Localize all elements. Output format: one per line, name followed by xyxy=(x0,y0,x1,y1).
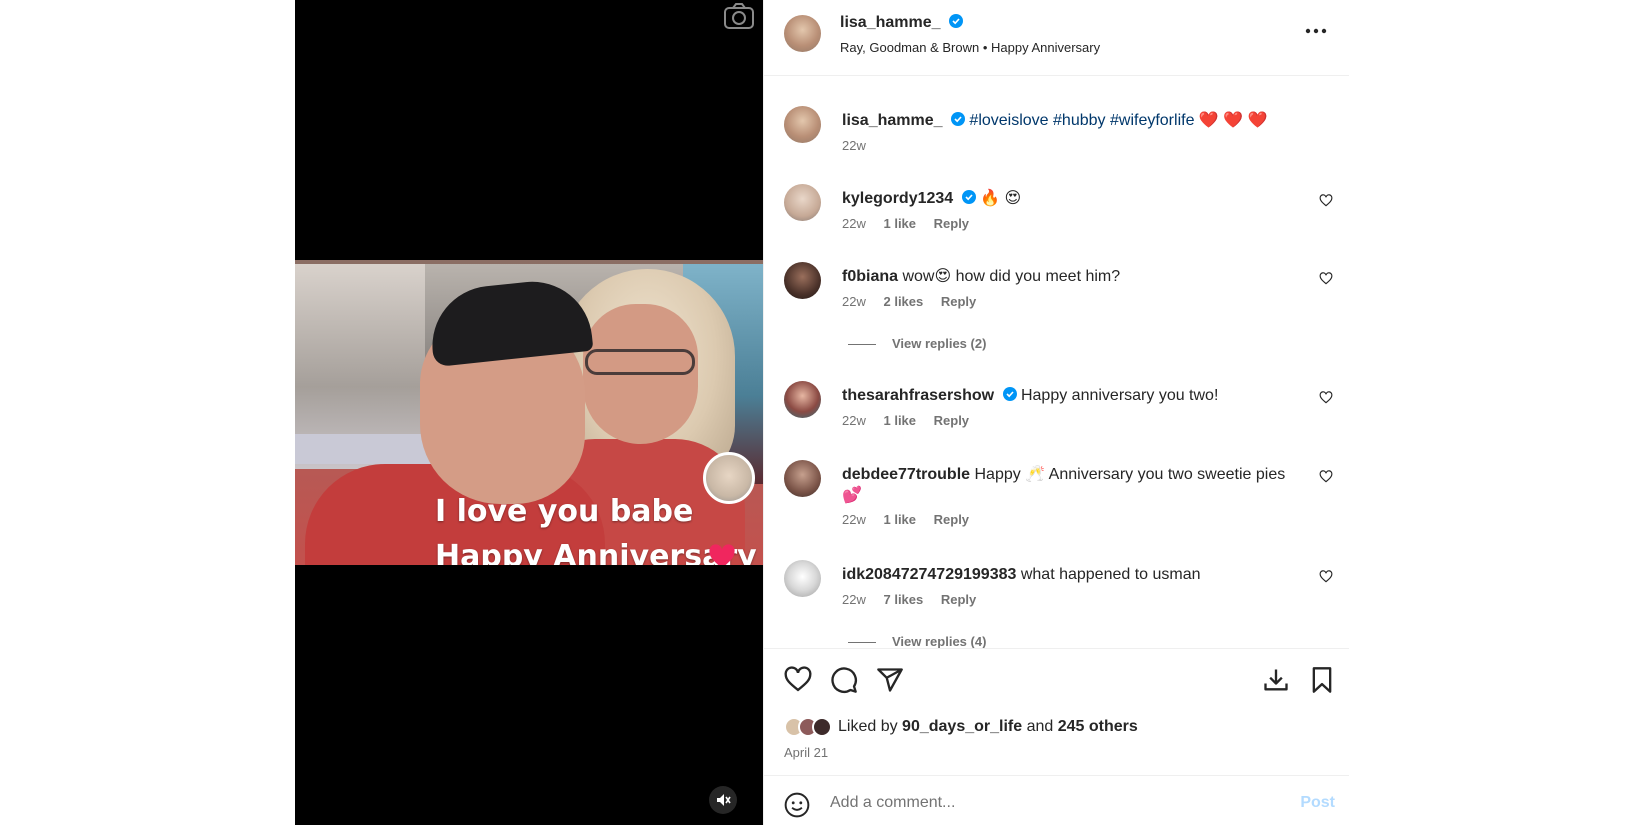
view-replies-button[interactable]: View replies (4) xyxy=(848,634,986,648)
comment-line: idk20847274729199383 what happened to us… xyxy=(842,564,1302,585)
post-comment-button[interactable]: Post xyxy=(1300,794,1335,812)
comment-likes[interactable]: 1 like xyxy=(883,512,916,527)
comment-icon[interactable] xyxy=(830,666,858,694)
comment-age[interactable]: 22w xyxy=(842,592,866,607)
author-username-text[interactable]: lisa_hamme_ xyxy=(840,14,941,31)
caption-avatar[interactable] xyxy=(784,106,821,143)
reply-button[interactable]: Reply xyxy=(934,413,969,428)
comment-meta: 22w 1 like Reply xyxy=(842,512,983,527)
comment-age[interactable]: 22w xyxy=(842,294,866,309)
comment-line: f0biana wow😍 how did you meet him? xyxy=(842,266,1302,287)
reply-button[interactable]: Reply xyxy=(934,512,969,527)
comment-text: what happened to usman xyxy=(1020,566,1201,583)
share-icon[interactable] xyxy=(876,666,904,694)
caption-age[interactable]: 22w xyxy=(842,138,866,153)
reply-button[interactable]: Reply xyxy=(934,216,969,231)
comment-age[interactable]: 22w xyxy=(842,413,866,428)
caption-line: lisa_hamme_ #loveislove #hubby #wifeyfor… xyxy=(842,110,1302,131)
comment-text: 🔥 😍 xyxy=(980,190,1022,207)
comment-username[interactable]: kylegordy1234 xyxy=(842,190,953,207)
comment-username[interactable]: debdee77trouble xyxy=(842,466,970,483)
comment-meta: 22w 2 likes Reply xyxy=(842,294,990,309)
reply-button[interactable]: Reply xyxy=(941,294,976,309)
comment-composer: Post xyxy=(764,775,1349,825)
comment-heart-icon[interactable] xyxy=(1319,391,1333,405)
comment-heart-icon[interactable] xyxy=(1319,470,1333,484)
comment-text: Happy anniversary you two! xyxy=(1020,387,1219,404)
comment-text: wow😍 how did you meet him? xyxy=(902,268,1121,285)
caption-username[interactable]: lisa_hamme_ xyxy=(842,112,943,129)
verified-icon xyxy=(948,14,963,28)
more-icon xyxy=(1305,28,1327,34)
post-actions: Liked by 90_days_or_life and 245 others … xyxy=(764,648,1349,778)
author-avatar[interactable] xyxy=(784,15,821,52)
comment-input[interactable] xyxy=(830,788,1270,818)
replies-divider xyxy=(848,642,876,644)
comment-age[interactable]: 22w xyxy=(842,512,866,527)
heart-sticker-icon xyxy=(709,544,735,565)
emoji-icon[interactable] xyxy=(784,792,810,818)
save-icon[interactable] xyxy=(1262,666,1290,694)
commenter-avatar[interactable] xyxy=(784,460,821,497)
liked-by-prefix: Liked by xyxy=(838,718,898,735)
comment-likes[interactable]: 1 like xyxy=(883,413,916,428)
liked-by-text: Liked by 90_days_or_life and 245 others xyxy=(838,718,1138,736)
mute-button[interactable] xyxy=(709,786,737,814)
commenter-avatar[interactable] xyxy=(784,184,821,221)
comment-line: debdee77trouble Happy 🥂 Anniversary you … xyxy=(842,464,1302,506)
verified-icon xyxy=(950,112,965,126)
comment-likes[interactable]: 2 likes xyxy=(883,294,923,309)
caption-emoji: ❤️ ❤️ ❤️ xyxy=(1198,112,1268,129)
liked-by-others[interactable]: 245 others xyxy=(1058,718,1138,735)
caption-meta: 22w xyxy=(842,138,880,153)
view-replies-label[interactable]: View replies (4) xyxy=(892,634,986,648)
post-header: lisa_hamme_ Ray, Goodman & Brown • Happy… xyxy=(764,0,1349,76)
commenter-avatar[interactable] xyxy=(784,262,821,299)
commenter-avatar[interactable] xyxy=(784,381,821,418)
glasses xyxy=(585,349,695,375)
comment-heart-icon[interactable] xyxy=(1319,570,1333,584)
camera-icon xyxy=(724,3,754,29)
heart-icon[interactable] xyxy=(784,666,812,694)
comment-meta: 22w 1 like Reply xyxy=(842,216,983,231)
hashtag-link[interactable]: #wifeyforlife xyxy=(1110,112,1194,129)
comment-username[interactable]: idk20847274729199383 xyxy=(842,566,1016,583)
comment-heart-icon[interactable] xyxy=(1319,194,1333,208)
view-replies-label[interactable]: View replies (2) xyxy=(892,336,986,351)
mute-icon xyxy=(717,794,731,806)
video-frame[interactable]: I love you babe Happy Anniversary xyxy=(295,260,763,565)
verified-icon xyxy=(961,190,976,204)
verified-icon xyxy=(1002,387,1017,401)
post-subtitle[interactable]: Ray, Goodman & Brown • Happy Anniversary xyxy=(840,40,1100,55)
liker-avatar xyxy=(812,717,832,737)
comment-meta: 22w 7 likes Reply xyxy=(842,592,990,607)
view-replies-button[interactable]: View replies (2) xyxy=(848,336,986,351)
comment-list[interactable]: lisa_hamme_ #loveislove #hubby #wifeyfor… xyxy=(764,76,1349,648)
liked-by-row[interactable]: Liked by 90_days_or_life and 245 others xyxy=(784,715,1138,739)
comment-age[interactable]: 22w xyxy=(842,216,866,231)
replies-divider xyxy=(848,344,876,346)
comment-heart-icon[interactable] xyxy=(1319,272,1333,286)
comment-line: kylegordy1234 🔥 😍 xyxy=(842,188,1302,209)
hashtag-link[interactable]: #loveislove xyxy=(969,112,1048,129)
comment-line: thesarahfrasershow Happy anniversary you… xyxy=(842,385,1302,406)
liked-by-and: and xyxy=(1026,718,1054,735)
post-details: lisa_hamme_ Ray, Goodman & Brown • Happy… xyxy=(763,0,1349,825)
comment-username[interactable]: thesarahfrasershow xyxy=(842,387,994,404)
video-caption-line1: I love you babe xyxy=(435,494,694,529)
reply-button[interactable]: Reply xyxy=(941,592,976,607)
more-options-button[interactable] xyxy=(1305,22,1327,34)
post-date[interactable]: April 21 xyxy=(784,745,828,760)
commenter-avatar[interactable] xyxy=(784,560,821,597)
comment-username[interactable]: f0biana xyxy=(842,268,898,285)
comment-meta: 22w 1 like Reply xyxy=(842,413,983,428)
bookmark-icon[interactable] xyxy=(1308,666,1336,694)
author-username[interactable]: lisa_hamme_ xyxy=(840,14,963,32)
comment-likes[interactable]: 7 likes xyxy=(883,592,923,607)
post-media[interactable]: I love you babe Happy Anniversary xyxy=(295,0,763,825)
liked-by-user[interactable]: 90_days_or_life xyxy=(902,718,1022,735)
hashtag-link[interactable]: #hubby xyxy=(1053,112,1106,129)
comment-likes[interactable]: 1 like xyxy=(883,216,916,231)
